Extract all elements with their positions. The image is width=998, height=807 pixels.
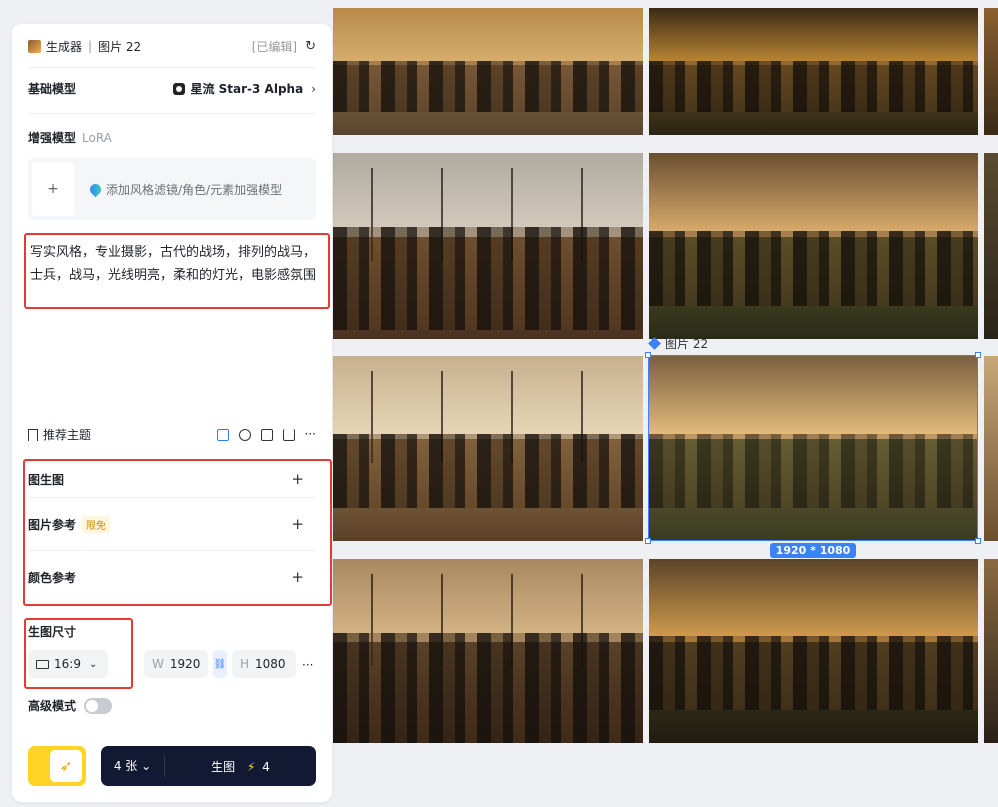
resize-handle-tl[interactable]	[645, 352, 651, 358]
generate-button[interactable]: 4 张 ⌄ 生图 ⚡ 4	[101, 746, 316, 786]
edit-status: [已编辑]	[251, 39, 298, 54]
image-name: 图片 22	[98, 39, 142, 54]
lora-hint[interactable]: 添加风格滤镜/角色/元素加强模型	[87, 181, 283, 198]
generator-panel: 生成器 | 图片 22 [已编辑] ↻ 基础模型 星流 Star-3 Alpha…	[12, 24, 332, 802]
base-model-selector[interactable]: 星流 Star-3 Alpha ›	[173, 80, 316, 97]
generate-label: 生图	[211, 759, 236, 774]
image-r1c1[interactable]	[333, 8, 643, 135]
aspect-ratio-icon	[36, 659, 49, 669]
image-r4c3[interactable]	[984, 559, 998, 743]
height-label: H	[240, 657, 250, 671]
color-reference-label: 颜色参考	[28, 570, 77, 585]
rocket-icon: ➶	[50, 750, 82, 782]
image-r2c2[interactable]	[649, 153, 978, 339]
base-model-value: 星流 Star-3 Alpha	[190, 82, 304, 96]
export-icon[interactable]	[216, 428, 229, 441]
generate-cost: 4	[262, 759, 270, 774]
divider	[28, 67, 316, 68]
more-icon[interactable]: ···	[305, 428, 316, 441]
link-ratio-icon[interactable]: ⛓	[213, 650, 227, 678]
image-reference-label: 图片参考	[28, 517, 77, 532]
trash-icon[interactable]	[282, 428, 295, 441]
divider	[28, 113, 316, 114]
plus-icon[interactable]: +	[291, 568, 304, 586]
generator-logo-icon	[28, 39, 41, 53]
resize-handle-br[interactable]	[975, 538, 981, 544]
width-label: W	[152, 657, 164, 671]
image-r3c3[interactable]	[984, 356, 998, 541]
image-reference-row[interactable]: 图片参考 限免 +	[28, 515, 316, 533]
prompt-toolbar: 推荐主题 ···	[28, 426, 316, 443]
image-icon[interactable]	[260, 428, 273, 441]
selected-image-label: 图片 22	[648, 335, 708, 352]
image-gem-icon	[648, 337, 661, 350]
resize-handle-bl[interactable]	[645, 538, 651, 544]
lora-label: LoRA	[82, 130, 112, 145]
image-r4c1[interactable]	[333, 559, 643, 743]
plus-icon[interactable]: +	[291, 470, 304, 488]
panel-title: 生成器	[46, 39, 83, 54]
reset-icon[interactable]: ↻	[305, 39, 316, 54]
lora-drop-icon	[87, 181, 104, 198]
base-model-label: 基础模型	[28, 82, 77, 96]
selected-size-badge: 1920 * 1080	[770, 543, 856, 558]
height-value: 1080	[255, 657, 286, 671]
height-input[interactable]: H 1080	[232, 650, 296, 678]
lora-box[interactable]: + 添加风格滤镜/角色/元素加强模型	[28, 158, 316, 220]
width-input[interactable]: W 1920	[144, 650, 208, 678]
quick-generate-button[interactable]: ➶	[28, 746, 86, 786]
advanced-mode-row: 高级模式	[28, 697, 113, 714]
recommend-theme[interactable]: 推荐主题	[43, 426, 91, 443]
chevron-down-icon: ⌄	[88, 658, 98, 670]
divider	[28, 550, 316, 551]
generate-action[interactable]: 生图 ⚡ 4	[165, 758, 316, 775]
image-r2c1[interactable]	[333, 153, 643, 339]
model-icon	[173, 82, 186, 95]
advanced-mode-label: 高级模式	[28, 699, 77, 713]
add-lora-button[interactable]: +	[32, 162, 74, 216]
title-separator: |	[88, 39, 93, 53]
image-r2c3[interactable]	[984, 153, 998, 339]
img2img-row[interactable]: 图生图 +	[28, 470, 316, 488]
panel-header: 生成器 | 图片 22 [已编辑] ↻	[28, 37, 316, 55]
image-r1c3[interactable]	[984, 8, 998, 135]
chevron-right-icon: ›	[311, 81, 316, 96]
image-r1c2[interactable]	[649, 8, 978, 135]
enhance-model-label: 增强模型	[28, 131, 77, 145]
more-icon[interactable]: ···	[302, 658, 313, 672]
img2img-label: 图生图	[28, 472, 65, 487]
magic-icon[interactable]	[238, 428, 251, 441]
resize-handle-tr[interactable]	[975, 352, 981, 358]
prompt-input[interactable]: 写实风格，专业摄影，古代的战场，排列的战马，士兵，战马，光线明亮，柔和的灯光，电…	[24, 233, 330, 309]
image-r4c2[interactable]	[649, 559, 978, 743]
ratio-value: 16:9	[54, 657, 81, 671]
ratio-select[interactable]: 16:9 ⌄	[28, 650, 108, 678]
color-reference-row[interactable]: 颜色参考 +	[28, 568, 316, 586]
count-select[interactable]: 4 张 ⌄	[101, 755, 165, 777]
selection-frame[interactable]	[645, 352, 981, 544]
bookmark-icon	[28, 428, 38, 441]
size-label: 生图尺寸	[28, 625, 77, 639]
toolbar-icons: ···	[216, 428, 316, 441]
free-badge: 限免	[82, 515, 111, 533]
base-model-row[interactable]: 基础模型 星流 Star-3 Alpha ›	[28, 80, 316, 97]
bolt-icon: ⚡	[246, 759, 256, 774]
plus-icon[interactable]: +	[291, 515, 304, 533]
advanced-mode-toggle[interactable]	[84, 697, 113, 714]
width-value: 1920	[169, 657, 201, 671]
divider	[28, 497, 316, 498]
enhance-model-row: 增强模型 LoRA	[28, 129, 316, 146]
lora-hint-text: 添加风格滤镜/角色/元素加强模型	[106, 183, 283, 197]
image-r3c1[interactable]	[333, 356, 643, 541]
